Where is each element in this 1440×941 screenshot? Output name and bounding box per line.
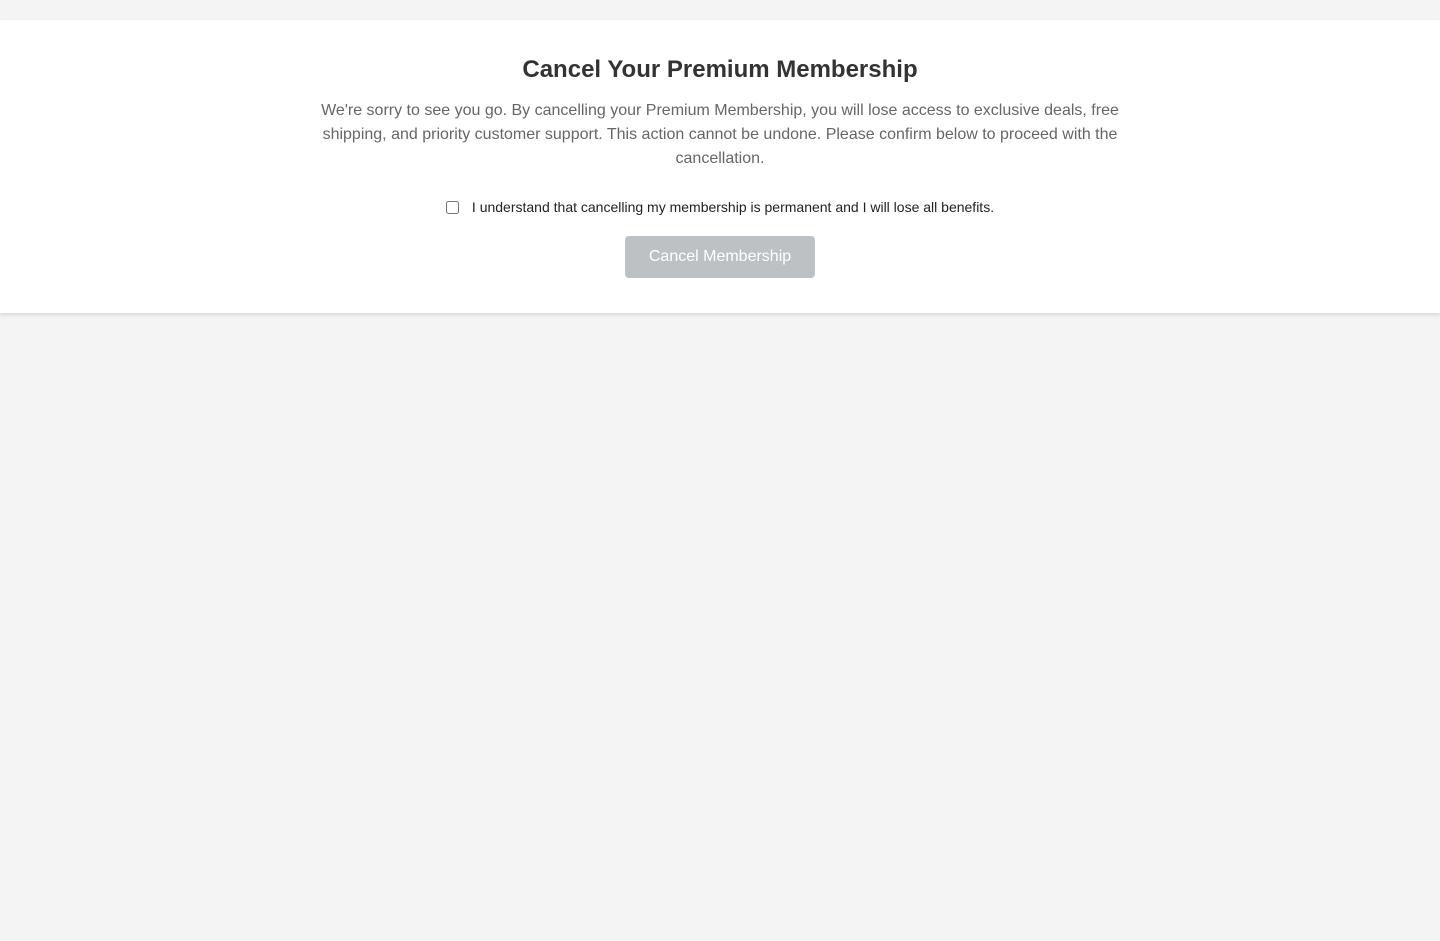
cancellation-description: We're sorry to see you go. By cancelling… [321, 102, 1119, 167]
cancel-membership-button[interactable]: Cancel Membership [625, 236, 815, 278]
page-title: Cancel Your Premium Membership [522, 56, 918, 83]
confirm-checkbox[interactable] [445, 200, 459, 214]
confirmation-row: I understand that cancelling my membersh… [0, 196, 1440, 218]
cancel-membership-card: Cancel Your Premium Membership We're sor… [0, 20, 1440, 313]
confirm-checkbox-label[interactable]: I understand that cancelling my membersh… [472, 198, 994, 216]
